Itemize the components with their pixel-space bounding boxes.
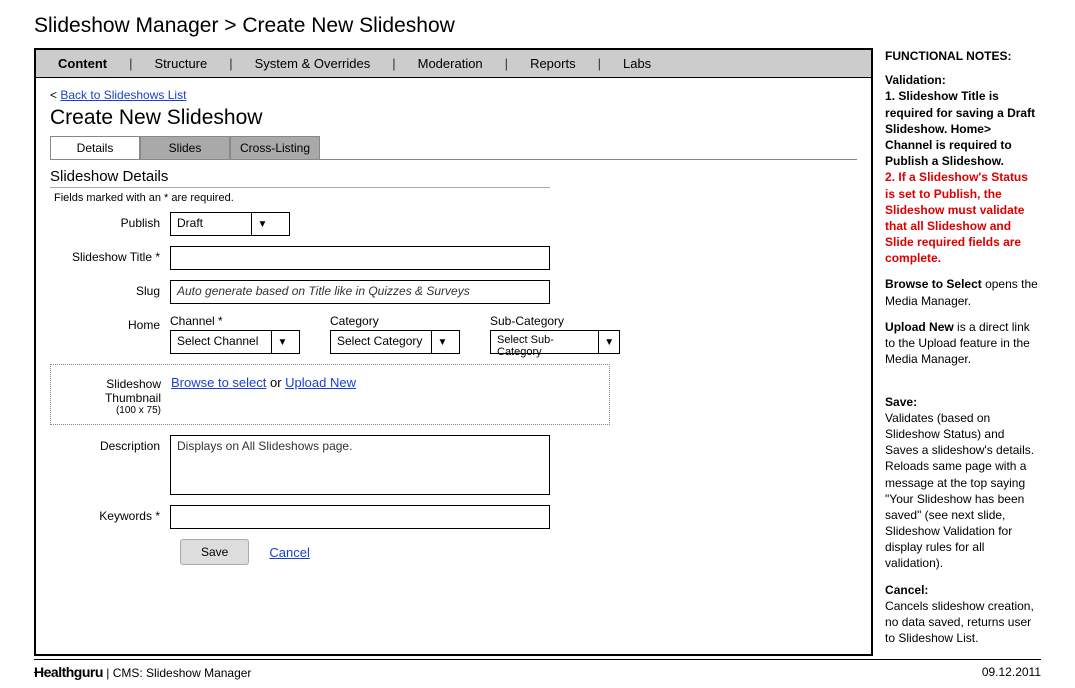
channel-select[interactable]: Select Channel ▼ [170, 330, 300, 354]
nav-content[interactable]: Content [36, 56, 129, 71]
footer-date: 09.12.2011 [982, 665, 1041, 679]
subcategory-label: Sub-Category [490, 314, 620, 328]
section-title: Slideshow Details [50, 168, 550, 188]
required-note: Fields marked with an * are required. [54, 192, 857, 204]
nav-structure[interactable]: Structure [133, 56, 230, 71]
chevron-down-icon: ▼ [251, 213, 273, 235]
breadcrumb: Slideshow Manager > Create New Slideshow [0, 0, 1075, 48]
back-link-row: < Back to Slideshows List [50, 88, 857, 102]
notes-heading: FUNCTIONAL NOTES: [885, 48, 1041, 64]
logo: Healthguru [34, 664, 103, 680]
publish-select[interactable]: Draft ▼ [170, 212, 290, 236]
validation-rule-2: 2. If a Slideshow's Status is set to Pub… [885, 170, 1028, 265]
or-text: or [270, 375, 285, 390]
cancel-note-text: Cancels slideshow creation, no data save… [885, 599, 1034, 645]
footer-subtitle: CMS: Slideshow Manager [113, 666, 252, 680]
validation-rule-1: 1. Slideshow Title is required for savin… [885, 89, 1035, 168]
main-nav: Content | Structure | System & Overrides… [36, 50, 871, 78]
chevron-down-icon: ▼ [431, 331, 453, 353]
channel-label: Channel * [170, 314, 300, 328]
category-value: Select Category [331, 331, 431, 353]
nav-system-overrides[interactable]: System & Overrides [233, 56, 393, 71]
footer: Healthguru | CMS: Slideshow Manager 09.1… [34, 659, 1041, 680]
save-button[interactable]: Save [180, 539, 249, 565]
keywords-label: Keywords * [50, 505, 170, 529]
title-label: Slideshow Title * [50, 246, 170, 270]
nav-reports[interactable]: Reports [508, 56, 598, 71]
description-input[interactable]: Displays on All Slideshows page. [170, 435, 550, 495]
save-note-text: Validates (based on Slideshow Status) an… [885, 411, 1034, 571]
back-to-list-link[interactable]: Back to Slideshows List [60, 88, 186, 102]
publish-label: Publish [50, 212, 170, 236]
slug-input[interactable]: Auto generate based on Title like in Qui… [170, 280, 550, 304]
tab-slides[interactable]: Slides [140, 136, 230, 159]
slug-label: Slug [50, 280, 170, 304]
chevron-down-icon: ▼ [598, 331, 619, 353]
thumbnail-row: Slideshow Thumbnail (100 x 75) Browse to… [50, 364, 610, 425]
page-title: Create New Slideshow [50, 106, 857, 130]
category-label: Category [330, 314, 460, 328]
content-panel: Content | Structure | System & Overrides… [34, 48, 873, 656]
publish-value: Draft [171, 213, 251, 235]
validation-heading: Validation: [885, 73, 946, 87]
chevron-down-icon: ▼ [271, 331, 293, 353]
cancel-link[interactable]: Cancel [269, 545, 309, 560]
tabs: Details Slides Cross-Listing [50, 136, 857, 160]
slideshow-title-input[interactable] [170, 246, 550, 270]
home-label: Home [50, 314, 170, 354]
nav-moderation[interactable]: Moderation [396, 56, 505, 71]
functional-notes: FUNCTIONAL NOTES: Validation: 1. Slidesh… [873, 48, 1041, 656]
category-select[interactable]: Select Category ▼ [330, 330, 460, 354]
cancel-note-heading: Cancel: [885, 583, 928, 597]
back-link-caret: < [50, 88, 60, 102]
tab-cross-listing[interactable]: Cross-Listing [230, 136, 320, 159]
keywords-input[interactable] [170, 505, 550, 529]
thumbnail-label: Slideshow Thumbnail (100 x 75) [51, 373, 171, 416]
upload-new-link[interactable]: Upload New [285, 375, 356, 390]
subcategory-select[interactable]: Select Sub-Category ▼ [490, 330, 620, 354]
browse-to-select-link[interactable]: Browse to select [171, 375, 266, 390]
tab-details[interactable]: Details [50, 136, 140, 159]
upload-note-bold: Upload New [885, 320, 954, 334]
browse-note-bold: Browse to Select [885, 277, 982, 291]
description-label: Description [50, 435, 170, 495]
nav-labs[interactable]: Labs [601, 56, 673, 71]
channel-value: Select Channel [171, 331, 271, 353]
save-note-heading: Save: [885, 395, 917, 409]
subcategory-value: Select Sub-Category [491, 331, 598, 353]
